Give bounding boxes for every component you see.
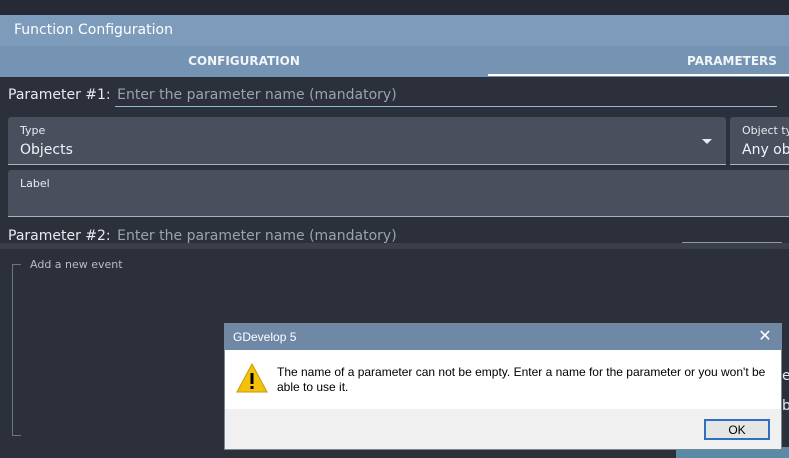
- events-bracket-top: [13, 264, 21, 265]
- close-icon[interactable]: ✕: [755, 327, 775, 347]
- right-peek-text-1: e: [782, 368, 789, 384]
- parameter-1-label: Parameter #1:: [8, 87, 111, 103]
- label-field-label: Label: [20, 177, 50, 190]
- label-field[interactable]: Label: [8, 170, 789, 217]
- tab-configuration[interactable]: CONFIGURATION: [0, 46, 488, 77]
- parameter-1-row: Parameter #1:: [8, 87, 778, 111]
- error-dialog: GDevelop 5 ✕ The name of a parameter can…: [224, 323, 782, 450]
- active-tab-indicator: [488, 74, 789, 76]
- dialog-message: The name of a parameter can not be empty…: [277, 365, 766, 394]
- type-field-value: Objects: [20, 142, 73, 158]
- window-title: Function Configuration: [0, 15, 789, 46]
- tab-bar: CONFIGURATION PARAMETERS: [0, 46, 789, 77]
- type-field-label: Type: [20, 124, 46, 137]
- dialog-title: GDevelop 5: [225, 324, 781, 350]
- warning-icon: [236, 362, 268, 398]
- top-strip: [0, 0, 789, 15]
- tab-parameters[interactable]: PARAMETERS: [488, 46, 789, 77]
- events-bracket-bottom: [13, 435, 21, 436]
- dialog-body: The name of a parameter can not be empty…: [225, 350, 781, 409]
- panel-divider: [0, 243, 789, 249]
- add-event-link[interactable]: Add a new event: [30, 258, 123, 271]
- dropdown-arrow-icon: [702, 139, 712, 144]
- parameter-1-name-input[interactable]: [115, 87, 778, 107]
- object-type-select[interactable]: Object ty Any ob: [730, 117, 789, 165]
- right-peek-text-2: b: [782, 398, 789, 414]
- ok-button[interactable]: OK: [704, 419, 770, 440]
- object-type-field-value: Any ob: [742, 142, 789, 158]
- object-type-field-label: Object ty: [742, 124, 789, 137]
- type-select[interactable]: Type Objects: [8, 117, 726, 165]
- parameter-2-label: Parameter #2:: [8, 228, 111, 244]
